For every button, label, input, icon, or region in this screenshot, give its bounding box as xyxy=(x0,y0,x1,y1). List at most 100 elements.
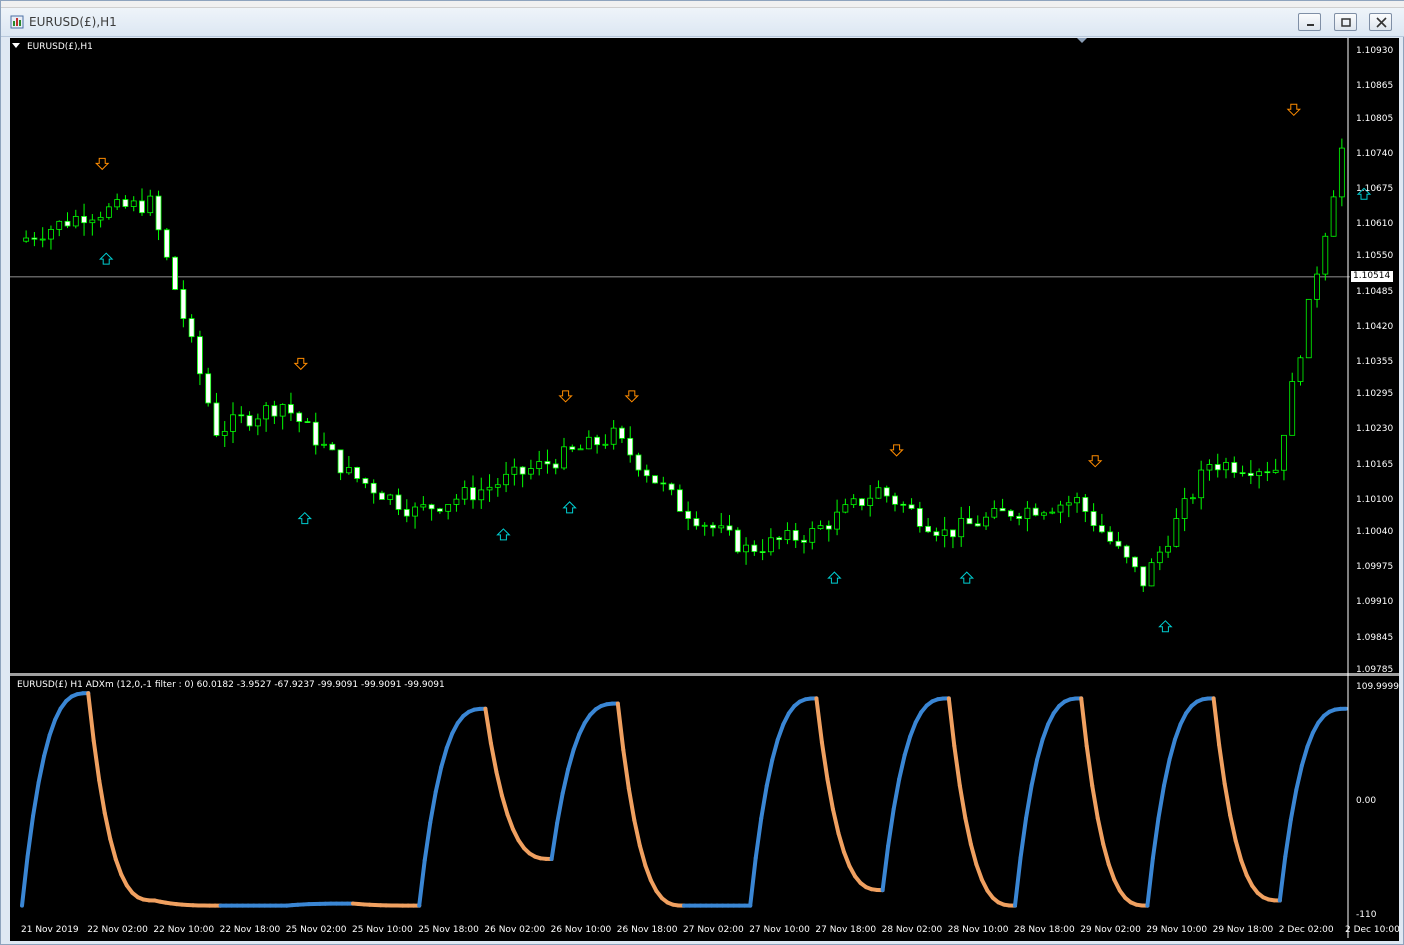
adx-rising-segment xyxy=(1277,854,1288,903)
time-axis-tick: 25 Nov 18:00 xyxy=(418,925,479,935)
adx-falling-segment xyxy=(968,842,979,867)
indicator-axis-tick: 109.9999 xyxy=(1356,682,1399,692)
minimize-button[interactable] xyxy=(1298,13,1321,31)
price-axis-tick: 1.10675 xyxy=(1356,183,1394,194)
minimize-icon xyxy=(1307,24,1314,26)
adx-falling-segment xyxy=(494,770,504,798)
adx-falling-segment xyxy=(1239,858,1249,878)
time-axis-tick: 25 Nov 10:00 xyxy=(352,925,413,935)
price-axis-tick: 1.10805 xyxy=(1356,113,1394,124)
current-price-badge: 1.10514 xyxy=(1351,271,1393,282)
adx-rising-segment xyxy=(770,737,780,762)
adx-rising-segment xyxy=(1013,856,1023,908)
adx-falling-segment xyxy=(505,812,515,832)
adx-rising-segment xyxy=(897,753,907,782)
chart-menu-triangle-icon[interactable] xyxy=(12,43,20,49)
adx-rising-segment xyxy=(555,791,565,826)
adx-rising-segment xyxy=(1018,816,1029,861)
adx-falling-segment xyxy=(626,786,637,823)
window-title: EURUSD(£),H1 xyxy=(29,15,117,29)
adx-falling-segment xyxy=(841,850,852,869)
adx-rising-segment xyxy=(1145,856,1155,908)
adx-rising-segment xyxy=(1029,757,1040,788)
adx-rising-segment xyxy=(1161,757,1172,788)
adx-rising-segment xyxy=(1294,763,1304,792)
price-axis-tick: 1.09845 xyxy=(1356,632,1394,643)
adx-falling-segment xyxy=(1084,743,1095,788)
price-axis-tick: 1.10040 xyxy=(1356,527,1394,538)
adx-rising-segment xyxy=(25,814,36,859)
adx-falling-segment xyxy=(97,778,107,816)
adx-rising-segment xyxy=(748,856,758,908)
adx-falling-segment xyxy=(637,843,648,868)
adx-rising-segment xyxy=(20,854,30,908)
close-button[interactable] xyxy=(1369,13,1392,31)
adx-rising-segment xyxy=(1283,817,1293,859)
adx-rising-segment xyxy=(417,858,427,908)
adx-rising-segment xyxy=(31,780,41,819)
adx-falling-segment xyxy=(91,738,102,783)
price-axis-tick: 1.10230 xyxy=(1356,424,1394,435)
time-axis-tick: 26 Nov 02:00 xyxy=(484,925,546,935)
window-titlebar[interactable]: EURUSD(£),H1 xyxy=(1,1,1404,37)
adx-falling-segment xyxy=(974,862,984,882)
restore-icon xyxy=(1341,18,1351,27)
time-axis-tick: 28 Nov 10:00 xyxy=(947,925,1009,935)
adx-rising-segment xyxy=(759,783,769,821)
shift-marker-icon[interactable] xyxy=(1077,38,1087,44)
chart-window-icon xyxy=(10,15,24,29)
time-axis-tick: 29 Nov 02:00 xyxy=(1080,925,1141,935)
adx-rising-segment xyxy=(566,747,576,772)
adx-rising-segment xyxy=(549,821,560,861)
adx-rising-segment xyxy=(444,731,455,750)
price-axis-tick: 1.10865 xyxy=(1356,81,1394,92)
adx-rising-segment xyxy=(1035,737,1045,762)
adx-falling-segment xyxy=(1079,696,1089,748)
time-axis-tick: 22 Nov 10:00 xyxy=(153,925,215,935)
restore-button[interactable] xyxy=(1334,13,1357,31)
price-axis-tick: 1.10930 xyxy=(1356,46,1394,56)
time-axis-tick: 2 Dec 02:00 xyxy=(1278,925,1334,935)
adx-rising-segment xyxy=(1024,783,1034,821)
adx-rising-segment xyxy=(422,820,433,863)
price-axis-tick: 1.10485 xyxy=(1356,286,1394,297)
time-axis-tick: 21 Nov 2019 xyxy=(21,925,79,935)
chart-canvas[interactable] xyxy=(10,38,1399,941)
time-axis-tick: 25 Nov 02:00 xyxy=(285,925,347,935)
indicator-axis-tick: 0.00 xyxy=(1356,795,1377,806)
adx-rising-segment xyxy=(560,767,571,796)
close-icon xyxy=(1376,17,1387,28)
adx-rising-segment xyxy=(1288,787,1299,822)
adx-indicator-chart[interactable] xyxy=(10,38,1399,941)
adx-falling-segment xyxy=(830,807,841,836)
time-axis-tick: 2 Dec 10:00 xyxy=(1345,925,1400,935)
time-axis-tick: 27 Nov 02:00 xyxy=(683,925,744,935)
adx-falling-segment xyxy=(643,863,653,883)
adx-rising-segment xyxy=(908,720,918,739)
time-axis-tick: 27 Nov 10:00 xyxy=(749,925,810,935)
adx-rising-segment xyxy=(891,777,902,812)
price-axis-tick: 1.09785 xyxy=(1356,665,1394,675)
adx-falling-segment xyxy=(819,740,830,782)
adx-rising-segment xyxy=(428,789,438,825)
adx-falling-segment xyxy=(108,837,118,862)
adx-rising-segment xyxy=(571,732,582,752)
adx-rising-segment xyxy=(433,765,444,794)
symbol-label: EURUSD(£),H1 xyxy=(27,42,93,52)
adx-falling-segment xyxy=(483,706,493,746)
price-axis-tick: 1.09910 xyxy=(1356,597,1394,608)
time-axis-tick: 22 Nov 18:00 xyxy=(219,925,281,935)
adx-rising-segment xyxy=(439,745,449,770)
adx-rising-segment xyxy=(1150,816,1161,861)
time-axis-tick: 28 Nov 18:00 xyxy=(1014,925,1075,935)
adx-falling-segment xyxy=(825,777,835,812)
adx-falling-segment xyxy=(1233,838,1244,863)
adx-rising-segment xyxy=(36,754,47,785)
adx-falling-segment xyxy=(632,818,642,848)
adx-falling-segment xyxy=(1222,781,1233,818)
time-axis-tick: 27 Nov 18:00 xyxy=(815,925,877,935)
adx-rising-segment xyxy=(886,807,896,849)
price-axis-tick: 1.10420 xyxy=(1356,321,1394,332)
time-axis-tick: 29 Nov 18:00 xyxy=(1212,925,1274,935)
indicator-axis-tick: -110 xyxy=(1356,910,1377,920)
